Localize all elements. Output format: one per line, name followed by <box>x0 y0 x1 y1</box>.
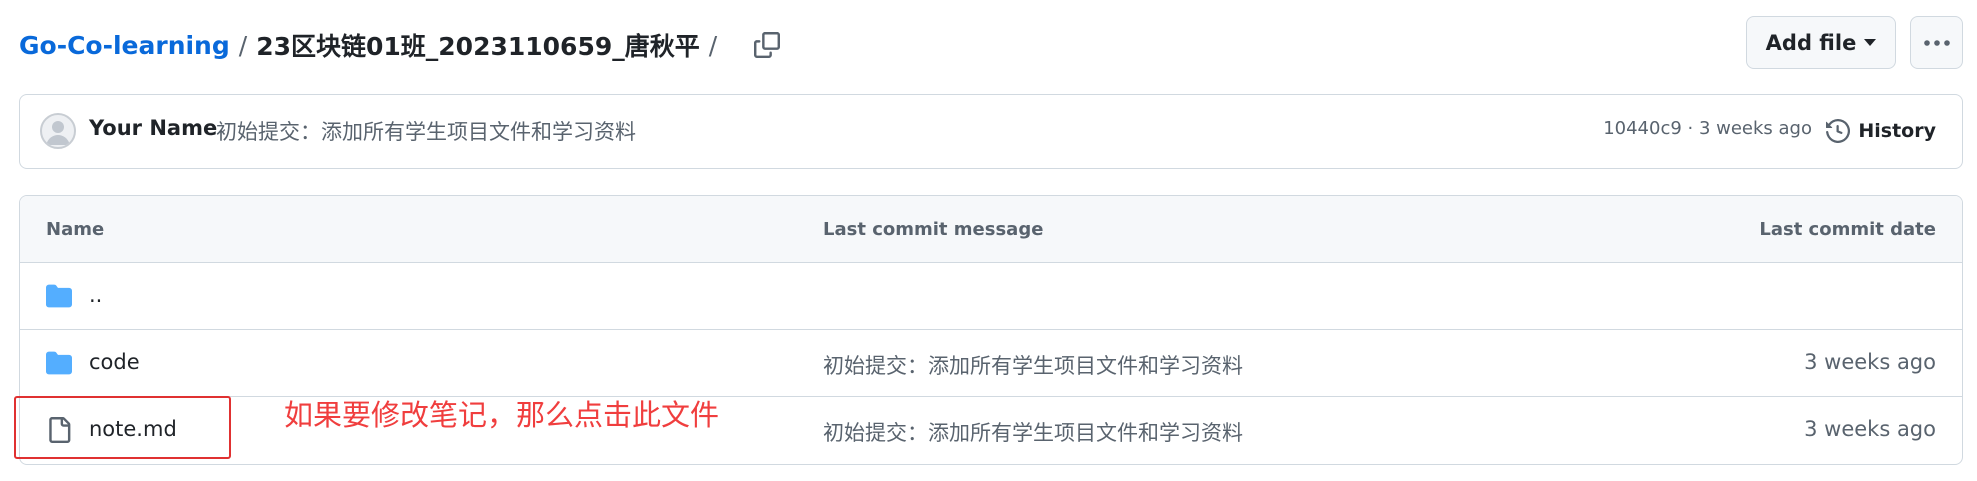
user-avatar-icon <box>46 121 70 145</box>
commit-hash-and-age[interactable]: 10440c9 · 3 weeks ago <box>1603 118 1812 139</box>
history-button[interactable]: History <box>1826 112 1936 150</box>
history-label: History <box>1858 120 1936 142</box>
breadcrumb-current-dir: 23区块链01班_2023110659_唐秋平 <box>256 32 700 61</box>
column-header-date: Last commit date <box>1759 219 1936 240</box>
file-commit-date: 3 weeks ago <box>1804 417 1936 441</box>
add-file-button[interactable]: Add file <box>1746 16 1896 69</box>
history-icon <box>1826 119 1851 143</box>
column-header-name: Name <box>46 219 105 240</box>
folder-icon <box>46 351 72 375</box>
folder-icon <box>46 284 72 308</box>
caret-down-icon <box>1864 39 1877 46</box>
file-commit-date: 3 weeks ago <box>1804 350 1936 374</box>
repo-directory-page: Go-Co-learning / 23区块链01班_2023110659_唐秋平… <box>0 0 1977 481</box>
commit-author[interactable]: Your Name <box>89 116 217 140</box>
breadcrumb-separator-trailing: / <box>708 30 718 60</box>
commit-message[interactable]: 初始提交：添加所有学生项目文件和学习资料 <box>216 116 636 146</box>
latest-commit-bar: Your Name 初始提交：添加所有学生项目文件和学习资料 10440c9 ·… <box>19 94 1963 169</box>
breadcrumb: Go-Co-learning / 23区块链01班_2023110659_唐秋平… <box>19 22 786 68</box>
add-file-label: Add file <box>1765 30 1857 55</box>
avatar[interactable] <box>40 113 76 149</box>
file-commit-message[interactable]: 初始提交：添加所有学生项目文件和学习资料 <box>823 417 1243 447</box>
annotation-highlight-box <box>14 396 231 459</box>
table-row-code[interactable]: code 初始提交：添加所有学生项目文件和学习资料 3 weeks ago <box>20 330 1962 397</box>
annotation-text: 如果要修改笔记，那么点击此文件 <box>284 398 720 432</box>
breadcrumb-separator: / <box>238 30 248 60</box>
file-name[interactable]: .. <box>89 283 102 307</box>
breadcrumb-repo-link[interactable]: Go-Co-learning <box>19 31 230 60</box>
table-header: Name Last commit message Last commit dat… <box>20 196 1962 263</box>
file-commit-message[interactable]: 初始提交：添加所有学生项目文件和学习资料 <box>823 350 1243 380</box>
copy-icon <box>754 32 781 58</box>
file-name[interactable]: code <box>89 350 140 374</box>
more-options-button[interactable] <box>1910 16 1963 69</box>
copy-path-button[interactable] <box>748 26 786 64</box>
table-row-parent-dir[interactable]: .. <box>20 263 1962 330</box>
column-header-message: Last commit message <box>823 219 1044 240</box>
kebab-horizontal-icon <box>1923 39 1950 46</box>
